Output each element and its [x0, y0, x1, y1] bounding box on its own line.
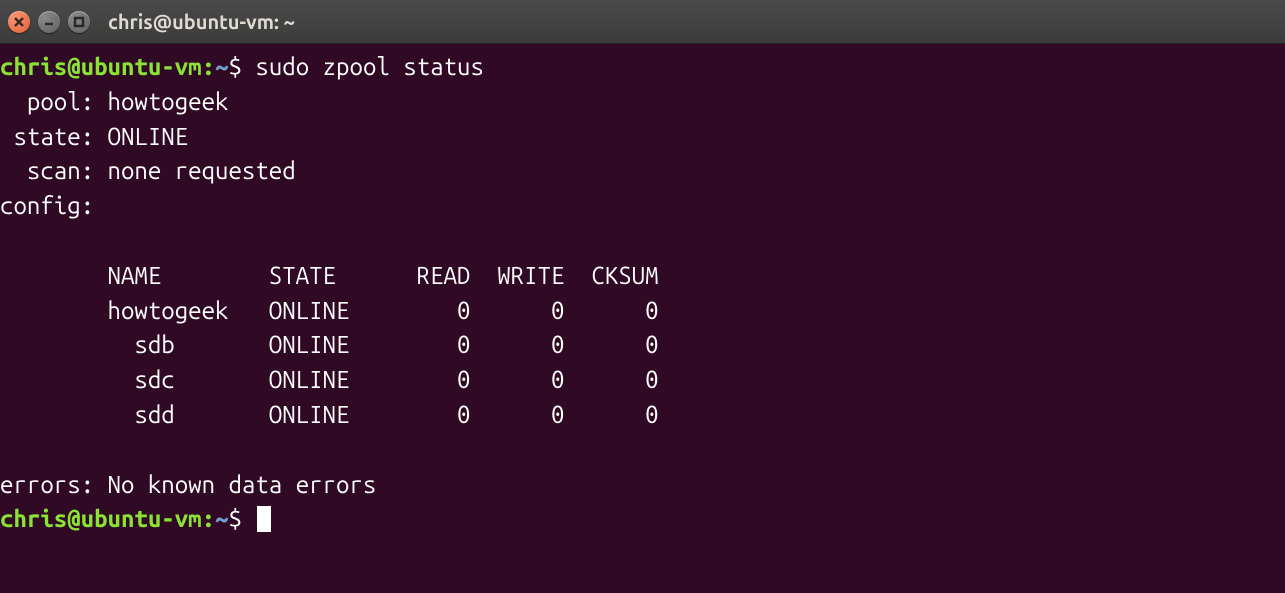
- minimize-icon[interactable]: [38, 11, 60, 33]
- config-table: NAME STATE READ WRITE CKSUM howtogeek ON…: [0, 262, 659, 428]
- scan-label: scan:: [0, 157, 108, 184]
- terminal-output[interactable]: chris@ubuntu-vm:~$ sudo zpool status poo…: [0, 44, 1285, 593]
- prompt-path-2: ~: [215, 505, 228, 532]
- state-label: state:: [0, 123, 108, 150]
- maximize-icon[interactable]: [68, 11, 90, 33]
- config-label: config:: [0, 192, 94, 219]
- window-titlebar: chris@ubuntu-vm: ~: [0, 0, 1285, 44]
- cursor: [257, 506, 271, 532]
- prompt-sep-2: :: [202, 505, 215, 532]
- command-text: sudo zpool status: [255, 53, 483, 80]
- errors-label: errors:: [0, 471, 108, 498]
- prompt-user-2: chris@ubuntu-vm: [0, 505, 202, 532]
- prompt-sigil-2: $: [229, 505, 242, 532]
- pool-value: howtogeek: [108, 88, 229, 115]
- scan-value: none requested: [108, 157, 296, 184]
- window-title: chris@ubuntu-vm: ~: [108, 10, 295, 33]
- errors-value: No known data errors: [108, 471, 377, 498]
- state-value: ONLINE: [108, 123, 189, 150]
- pool-label: pool:: [0, 88, 108, 115]
- prompt-path: ~: [215, 53, 228, 80]
- prompt-sep: :: [202, 53, 215, 80]
- prompt-user: chris@ubuntu-vm: [0, 53, 202, 80]
- prompt-sigil: $: [229, 53, 242, 80]
- close-icon[interactable]: [8, 11, 30, 33]
- window-buttons: [8, 11, 90, 33]
